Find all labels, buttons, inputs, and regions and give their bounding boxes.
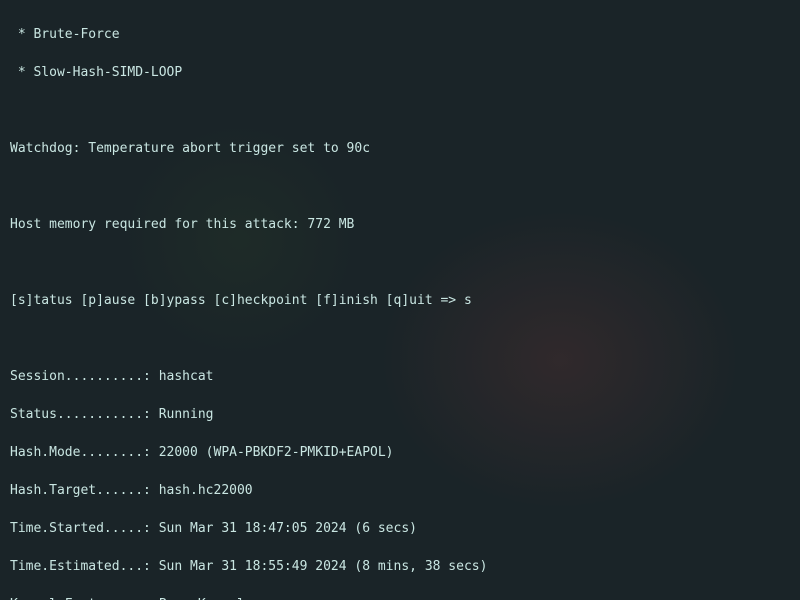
status-time-estimated: Time.Estimated...: Sun Mar 31 18:55:49 2…	[10, 557, 790, 576]
hostmem-line: Host memory required for this attack: 77…	[10, 215, 790, 234]
optimizer-line: * Brute-Force	[10, 25, 790, 44]
status-time-started: Time.Started.....: Sun Mar 31 18:47:05 2…	[10, 519, 790, 538]
blank-line	[10, 253, 790, 272]
optimizer-line: * Slow-Hash-SIMD-LOOP	[10, 63, 790, 82]
status-hash-mode: Hash.Mode........: 22000 (WPA-PBKDF2-PMK…	[10, 443, 790, 462]
blank-line	[10, 329, 790, 348]
watchdog-line: Watchdog: Temperature abort trigger set …	[10, 139, 790, 158]
status-status: Status...........: Running	[10, 405, 790, 424]
status-hash-target: Hash.Target......: hash.hc22000	[10, 481, 790, 500]
status-session: Session..........: hashcat	[10, 367, 790, 386]
prompt-line: [s]tatus [p]ause [b]ypass [c]heckpoint […	[10, 291, 790, 310]
blank-line	[10, 177, 790, 196]
blank-line	[10, 101, 790, 120]
status-kernel-feature: Kernel.Feature...: Pure Kernel	[10, 595, 790, 600]
terminal-output[interactable]: * Brute-Force * Slow-Hash-SIMD-LOOP Watc…	[0, 0, 800, 600]
